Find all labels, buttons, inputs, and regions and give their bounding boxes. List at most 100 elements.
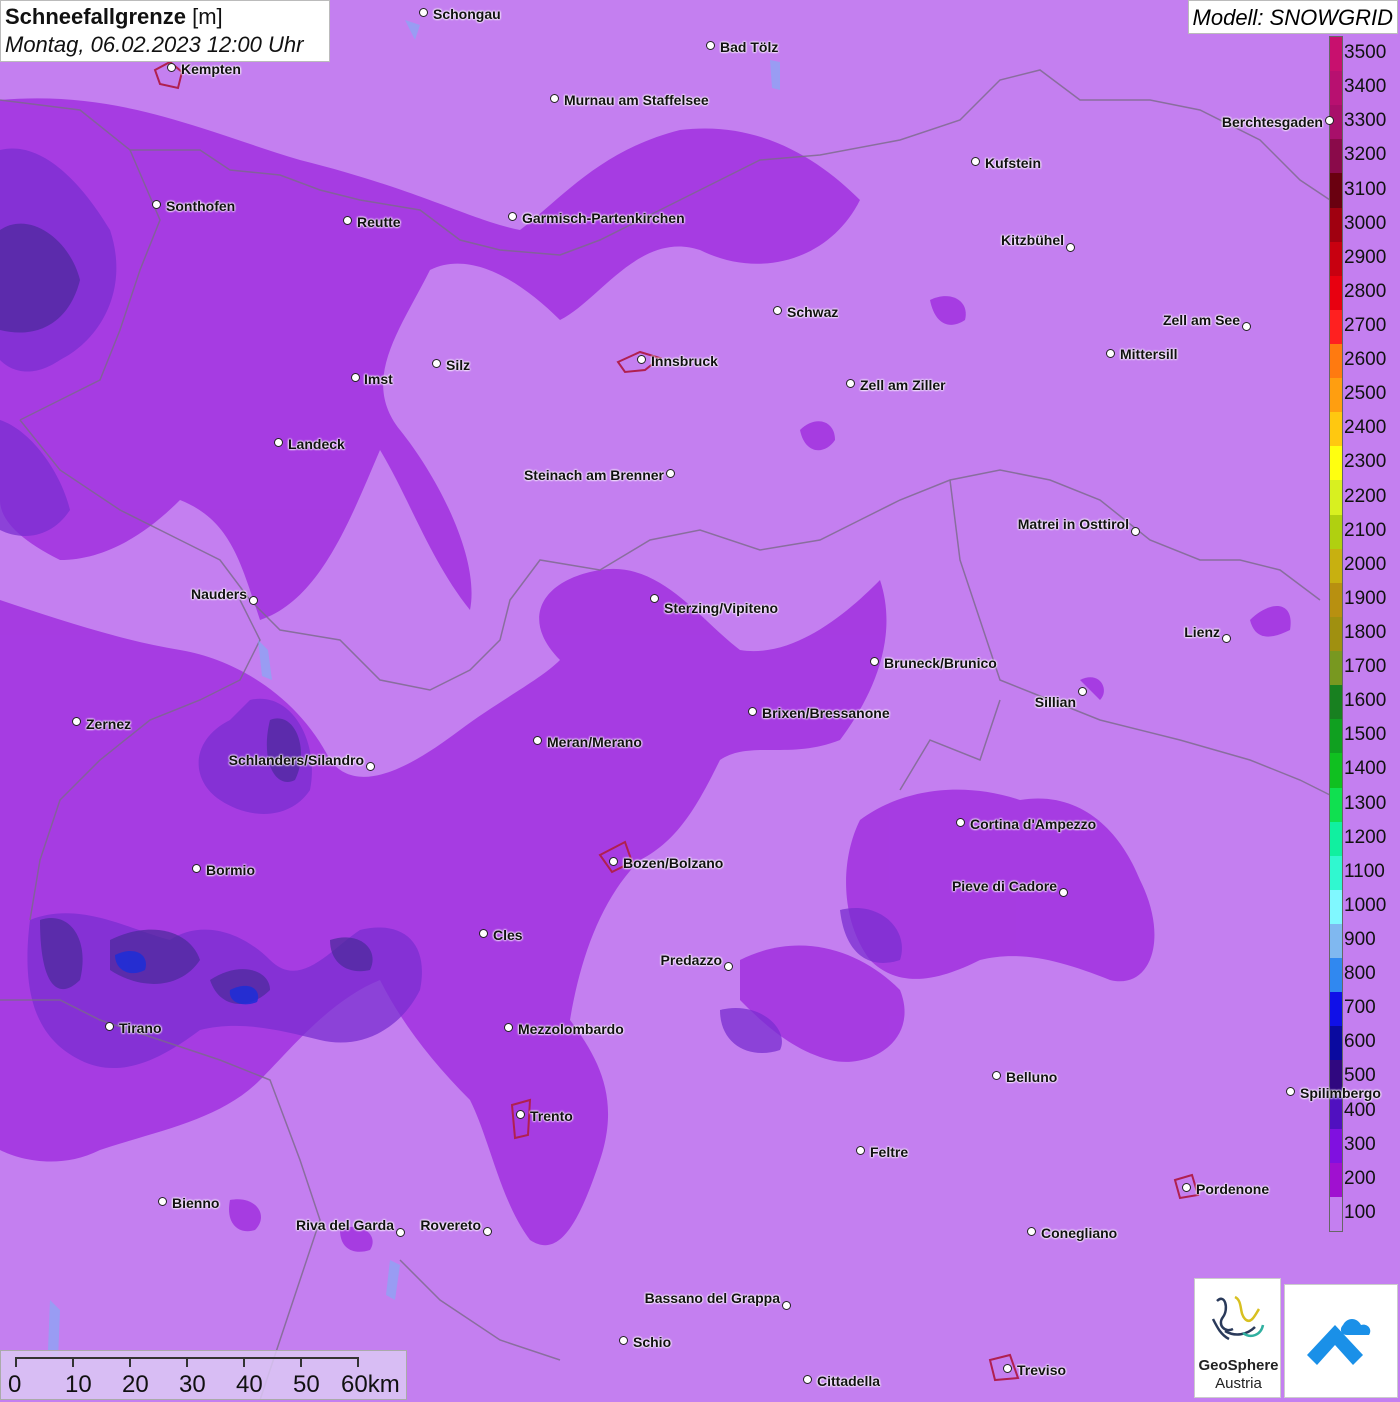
legend-label: 2700 [1344, 314, 1387, 336]
city-marker-icon[interactable] [1003, 1364, 1012, 1373]
city-marker-icon[interactable] [432, 359, 441, 368]
city-marker-icon[interactable] [803, 1375, 812, 1384]
city-marker-icon[interactable] [1131, 527, 1140, 536]
legend-label: 2100 [1344, 519, 1387, 541]
city-marker-icon[interactable] [483, 1227, 492, 1236]
legend-label: 1500 [1344, 724, 1387, 746]
city-marker-icon[interactable] [396, 1228, 405, 1237]
legend-swatch [1330, 241, 1342, 277]
city-label: Landeck [288, 436, 345, 452]
city-marker-icon[interactable] [609, 857, 618, 866]
city-marker-icon[interactable] [1286, 1087, 1295, 1096]
city-label: Berchtesgaden [1221, 114, 1323, 130]
legend-label: 2500 [1344, 383, 1387, 405]
city-marker-icon[interactable] [619, 1336, 628, 1345]
legend-label: 800 [1344, 963, 1376, 985]
city-marker-icon[interactable] [1078, 687, 1087, 696]
city-marker-icon[interactable] [366, 762, 375, 771]
city-label: Reutte [357, 214, 401, 230]
city-marker-icon[interactable] [351, 373, 360, 382]
legend-swatch [1330, 616, 1342, 652]
city-marker-icon[interactable] [846, 379, 855, 388]
city-label: Schwaz [787, 304, 839, 320]
city-marker-icon[interactable] [724, 962, 733, 971]
color-legend [1329, 36, 1343, 1232]
model-label: Modell: SNOWGRID [1187, 0, 1398, 34]
city-label: Cles [493, 927, 523, 943]
city-marker-icon[interactable] [856, 1146, 865, 1155]
city-label: Trento [530, 1108, 573, 1124]
map-title: Schneefallgrenze [m] [5, 3, 325, 31]
city-label: Feltre [870, 1144, 909, 1160]
city-label: Cittadella [817, 1373, 881, 1389]
city-marker-icon[interactable] [637, 355, 646, 364]
city-label: Spilimbergo [1300, 1085, 1381, 1101]
city-marker-icon[interactable] [508, 212, 517, 221]
city-marker-icon[interactable] [992, 1071, 1001, 1080]
legend-swatch [1330, 1026, 1342, 1061]
city-marker-icon[interactable] [773, 306, 782, 315]
snow-app-logo[interactable] [1284, 1284, 1398, 1398]
legend-label: 1000 [1344, 894, 1387, 916]
city-marker-icon[interactable] [956, 818, 965, 827]
geosphere-logo[interactable]: GeoSphere Austria [1194, 1278, 1281, 1398]
city-label: Bozen/Bolzano [623, 855, 724, 871]
city-marker-icon[interactable] [971, 157, 980, 166]
scale-tick [15, 1357, 17, 1367]
legend-swatch [1330, 651, 1342, 686]
city-marker-icon[interactable] [274, 438, 283, 447]
city-marker-icon[interactable] [782, 1301, 791, 1310]
city-label: Innsbruck [651, 353, 718, 369]
legend-label: 2400 [1344, 417, 1387, 439]
city-marker-icon[interactable] [343, 216, 352, 225]
legend-swatch [1330, 548, 1342, 584]
city-marker-icon[interactable] [1027, 1227, 1036, 1236]
legend-label: 2200 [1344, 485, 1387, 507]
city-marker-icon[interactable] [158, 1197, 167, 1206]
city-marker-icon[interactable] [706, 41, 715, 50]
city-marker-icon[interactable] [479, 929, 488, 938]
city-marker-icon[interactable] [1325, 116, 1334, 125]
legend-label: 200 [1344, 1167, 1376, 1189]
legend-swatch [1330, 37, 1342, 72]
legend-swatch [1330, 275, 1342, 311]
legend-label: 3200 [1344, 144, 1387, 166]
geosphere-emblem-icon [1211, 1295, 1265, 1341]
map-title-box: Schneefallgrenze [m] Montag, 06.02.2023 … [0, 0, 330, 62]
legend-swatch [1330, 582, 1342, 618]
city-marker-icon[interactable] [748, 707, 757, 716]
city-label: Conegliano [1041, 1225, 1118, 1241]
city-marker-icon[interactable] [533, 736, 542, 745]
city-label: Kitzbühel [1001, 232, 1064, 248]
city-marker-icon[interactable] [666, 469, 675, 478]
legend-swatch [1330, 855, 1342, 891]
city-marker-icon[interactable] [1182, 1183, 1191, 1192]
city-marker-icon[interactable] [650, 594, 659, 603]
city-marker-icon[interactable] [249, 596, 258, 605]
city-marker-icon[interactable] [192, 864, 201, 873]
city-marker-icon[interactable] [1059, 888, 1068, 897]
city-label: Schio [633, 1334, 672, 1350]
legend-swatch [1330, 309, 1342, 345]
city-marker-icon[interactable] [504, 1023, 513, 1032]
city-label: Tirano [119, 1020, 162, 1036]
city-label: Silz [446, 357, 471, 373]
map-datetime: Montag, 06.02.2023 12:00 Uhr [5, 32, 304, 57]
city-marker-icon[interactable] [870, 657, 879, 666]
city-marker-icon[interactable] [1066, 243, 1075, 252]
city-label: Riva del Garda [295, 1217, 394, 1233]
legend-label: 2900 [1344, 246, 1387, 268]
city-marker-icon[interactable] [72, 717, 81, 726]
city-label: Zell am Ziller [860, 377, 946, 393]
city-marker-icon[interactable] [167, 63, 176, 72]
city-label: Treviso [1017, 1362, 1067, 1378]
city-marker-icon[interactable] [1106, 349, 1115, 358]
city-marker-icon[interactable] [550, 94, 559, 103]
city-marker-icon[interactable] [105, 1022, 114, 1031]
city-marker-icon[interactable] [1242, 322, 1251, 331]
city-marker-icon[interactable] [419, 8, 428, 17]
city-marker-icon[interactable] [152, 200, 161, 209]
city-label: Pordenone [1196, 1181, 1270, 1197]
city-marker-icon[interactable] [1222, 634, 1231, 643]
city-marker-icon[interactable] [516, 1110, 525, 1119]
